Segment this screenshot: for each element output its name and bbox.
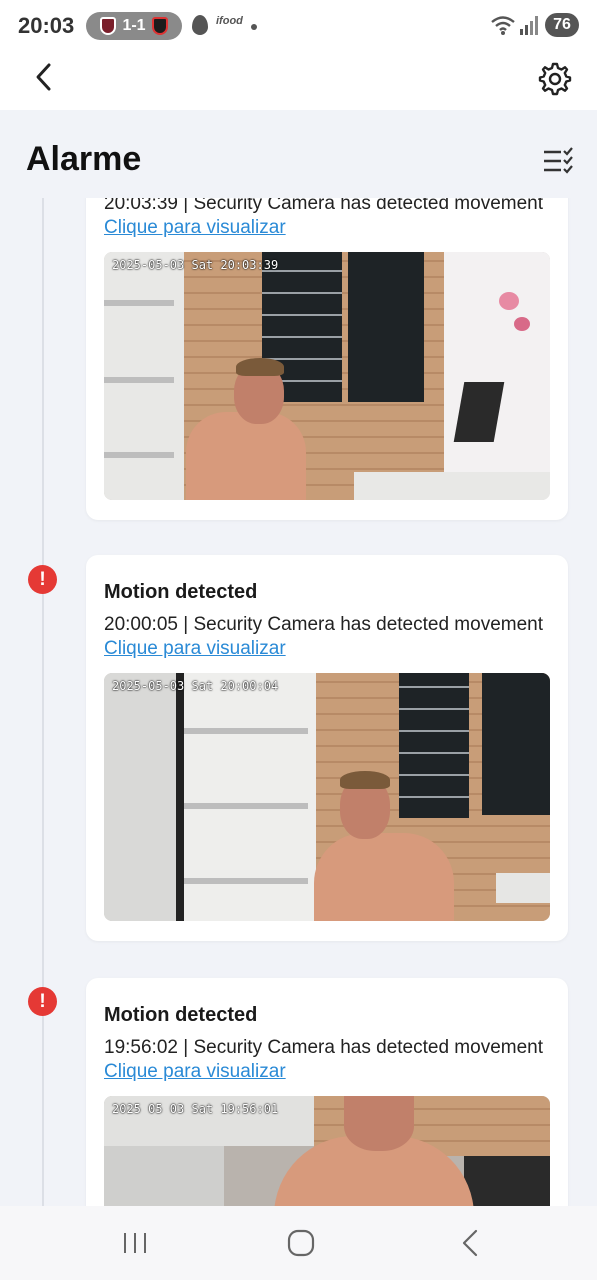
heart-decoration [499,292,519,310]
snapshot-timestamp: 2025-05-03 Sat 20:03:39 [112,258,279,272]
shelf [184,728,308,734]
view-link[interactable]: Clique para visualizar [104,1061,286,1082]
door-gap [176,673,184,921]
window [482,673,550,815]
alert-icon: ! [28,565,57,594]
person-head [344,1096,414,1151]
team-crest-icon [151,17,168,35]
cabinet [104,1146,224,1206]
event-description: 20:03:39 | Security Camera has detected … [104,198,544,238]
shelf [104,452,174,458]
event-description: 20:00:05 | Security Camera has detected … [104,614,544,659]
desk [354,472,550,500]
system-nav-bar [0,1206,597,1280]
person-hair [340,771,390,789]
checklist-filter-icon[interactable] [542,146,574,176]
shelf [104,300,174,306]
shelf [184,878,308,884]
alert-icon: ! [28,987,57,1016]
person-hair [236,358,284,376]
event-card[interactable]: 20:03:39 | Security Camera has detected … [86,198,568,520]
camera-snapshot[interactable]: 2025-05-03 Sat 20:03:39 [104,252,550,500]
window [348,252,424,402]
wifi-icon [491,16,515,35]
window-bars [399,673,469,818]
event-description: 19:56:02 | Security Camera has detected … [104,1037,544,1082]
top-nav-bar [0,52,597,110]
camera-snapshot[interactable]: 2025-05-03 Sat 20:00:04 [104,673,550,921]
person [186,412,306,500]
heart-decoration [514,317,530,331]
snapshot-timestamp: 2025-05-03 Sat 20:00:04 [112,679,279,693]
score-text: 1-1 [122,17,146,34]
event-card[interactable]: Motion detected 19:56:02 | Security Came… [86,978,568,1206]
more-notifications-dot-icon [251,24,257,30]
chevron-left-icon[interactable] [28,60,62,94]
alarm-event-list[interactable]: 20:03:39 | Security Camera has detected … [0,198,597,1206]
shelf [184,803,308,809]
shelf-unit [104,252,184,500]
snapshot-timestamp: 2025 05 03 Sat 19:56:01 [112,1102,279,1116]
page-title: Alarme [26,140,142,178]
person [314,833,454,921]
monitor [464,1156,550,1206]
view-link[interactable]: Clique para visualizar [104,217,286,238]
event-title: Motion detected [104,1004,258,1026]
white-wall [444,252,550,500]
gear-icon[interactable] [534,58,574,98]
recent-apps-icon[interactable] [120,1231,150,1255]
team-crest-icon [100,17,117,35]
shelf [104,377,174,383]
event-title: Motion detected [104,581,258,603]
live-score-badge[interactable]: 1-1 [86,12,182,40]
ifood-notification-icon: ifood [216,15,243,27]
notification-app-icon [192,15,208,35]
battery-indicator: 76 [545,13,579,37]
view-link[interactable]: Clique para visualizar [104,638,286,659]
event-card[interactable]: Motion detected 20:00:05 | Security Came… [86,555,568,941]
desk [496,873,550,903]
wardrobe-door [104,673,176,921]
home-icon[interactable] [287,1229,315,1257]
signal-icon [520,16,538,35]
back-icon[interactable] [460,1228,480,1258]
timeline-line [42,198,44,1206]
status-bar: 20:03 1-1 ifood 76 [0,0,597,52]
camera-snapshot[interactable]: 2025 05 03 Sat 19:56:01 [104,1096,550,1206]
status-time: 20:03 [18,13,75,38]
